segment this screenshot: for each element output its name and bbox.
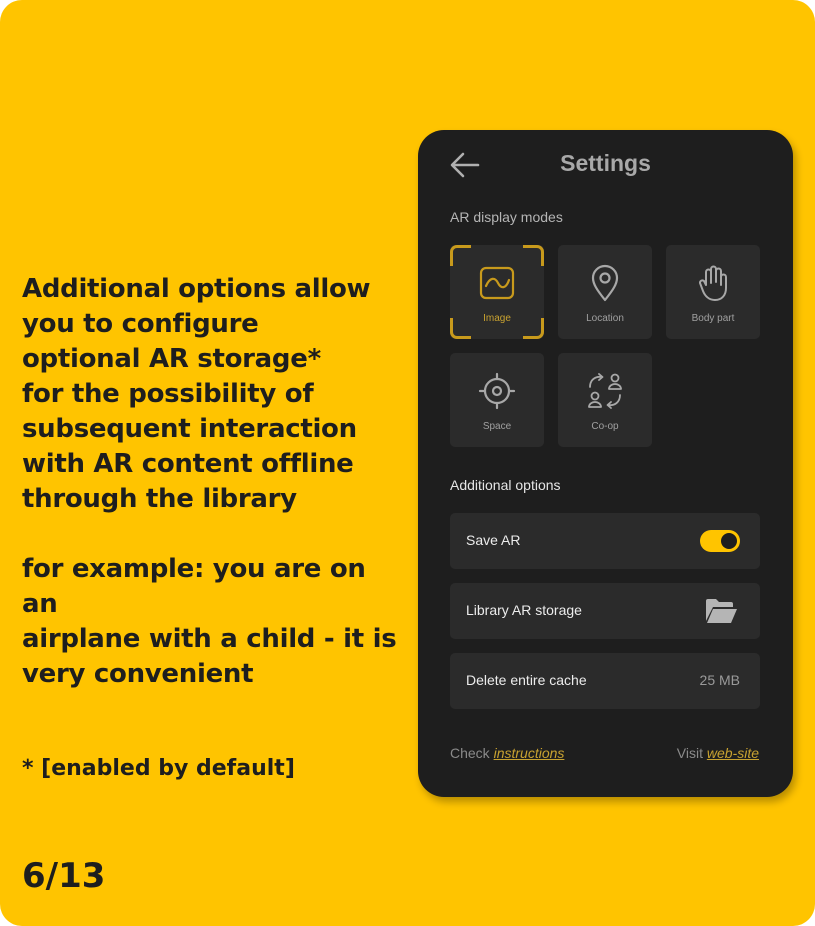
- target-icon: [478, 372, 516, 410]
- check-text: Check: [450, 745, 490, 761]
- cache-size-value: 25 MB: [699, 672, 740, 688]
- mode-label: Body part: [691, 313, 735, 324]
- visit-website: Visit web-site: [677, 745, 759, 761]
- save-ar-toggle[interactable]: [700, 530, 740, 552]
- toggle-knob: [721, 533, 737, 549]
- mode-tile-image[interactable]: Image: [450, 245, 544, 339]
- mode-tile-space[interactable]: Space: [450, 353, 544, 447]
- mode-tile-location[interactable]: Location: [558, 245, 652, 339]
- mode-tile-co-op[interactable]: Co-op: [558, 353, 652, 447]
- delete-cache-row[interactable]: Delete entire cache 25 MB: [450, 653, 760, 709]
- description-text: Additional options allow you to configur…: [22, 272, 402, 692]
- slide-background: Additional options allow you to configur…: [0, 0, 815, 926]
- description-line: subsequent interaction: [22, 414, 357, 444]
- hand-icon: [699, 265, 727, 301]
- check-instructions: Check instructions: [450, 745, 564, 761]
- visit-text: Visit: [676, 745, 703, 761]
- example-line: airplane with a child - it is: [22, 624, 397, 654]
- description-line: you to configure: [22, 309, 259, 339]
- display-modes-label: AR display modes: [450, 209, 563, 225]
- description-line: through the library: [22, 484, 297, 514]
- page-number: 6/13: [22, 856, 106, 896]
- footnote: * [enabled by default]: [22, 756, 295, 781]
- library-ar-storage-row[interactable]: Library AR storage: [450, 583, 760, 639]
- description-line: with AR content offline: [22, 449, 354, 479]
- image-icon: [479, 266, 515, 300]
- description-line: for the possibility of: [22, 379, 314, 409]
- mode-label: Co-op: [591, 421, 619, 432]
- additional-options-label: Additional options: [450, 477, 561, 493]
- folder-open-icon: [706, 599, 737, 623]
- website-link[interactable]: web-site: [707, 745, 759, 761]
- mode-label: Location: [586, 313, 624, 324]
- mode-label: Space: [482, 421, 512, 432]
- delete-cache-label: Delete entire cache: [466, 672, 587, 688]
- description-line: optional AR storage*: [22, 344, 321, 374]
- save-ar-row[interactable]: Save AR: [450, 513, 760, 569]
- mode-label: Image: [483, 313, 511, 324]
- users-sync-icon: [588, 373, 622, 409]
- example-line: for example: you are on an: [22, 554, 366, 619]
- library-ar-storage-label: Library AR storage: [466, 602, 582, 618]
- page-title: Settings: [560, 150, 651, 176]
- mode-tile-body-part[interactable]: Body part: [666, 245, 760, 339]
- description-line: Additional options allow: [22, 274, 371, 304]
- save-ar-label: Save AR: [466, 532, 521, 548]
- instructions-link[interactable]: instructions: [494, 745, 565, 761]
- phone-screen: Settings AR display modes Image Location: [418, 130, 793, 797]
- example-line: very convenient: [22, 659, 254, 689]
- location-pin-icon: [591, 264, 619, 302]
